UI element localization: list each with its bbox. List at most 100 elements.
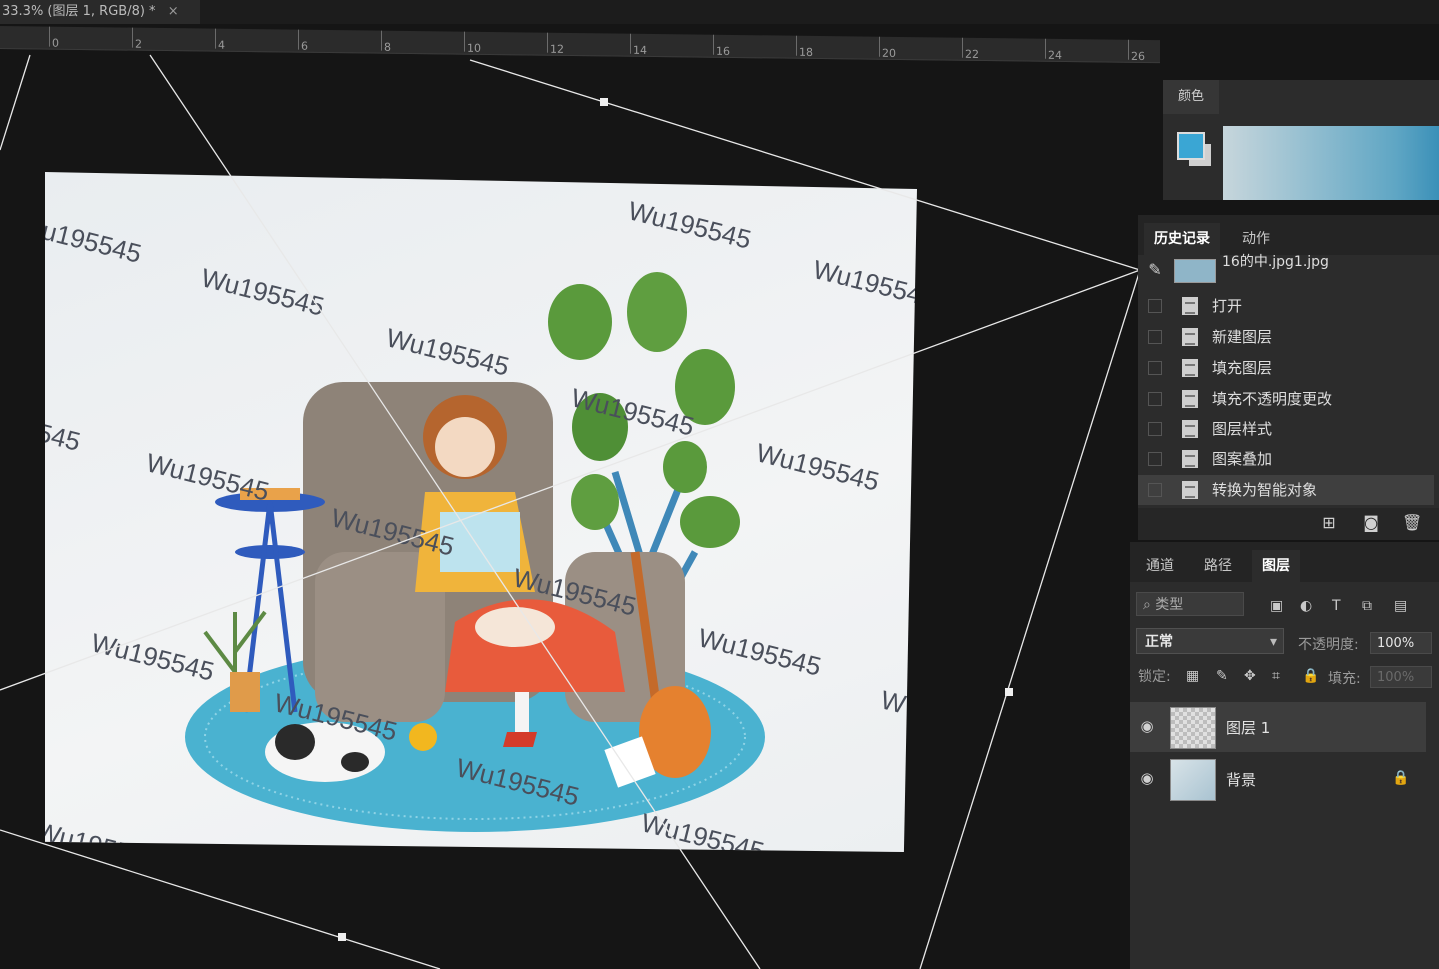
new-document-icon[interactable]: ⊞	[1320, 514, 1338, 532]
eye-icon[interactable]: ◉	[1138, 717, 1156, 735]
horizontal-ruler[interactable]: 0 2 4 6 8 10 12 14 16 18 20 22 24 26	[0, 26, 1160, 64]
ruler-tick: 16	[716, 44, 730, 58]
history-item[interactable]: 打开	[1138, 291, 1434, 321]
camera-icon[interactable]: ◙	[1362, 514, 1380, 532]
brush-icon: ✎	[1148, 260, 1162, 279]
blend-mode-value: 正常	[1145, 634, 1173, 650]
lock-paint-icon[interactable]: ✎	[1216, 668, 1228, 684]
tab-paths[interactable]: 路径	[1194, 550, 1242, 582]
fill-input[interactable]: 100%	[1370, 666, 1432, 688]
foreground-color-swatch[interactable]	[1177, 132, 1205, 160]
layers-panel-tabs: 通道 路径 图层	[1130, 542, 1439, 582]
history-item-label: 图层样式	[1212, 420, 1273, 438]
adjustment-filter-icon[interactable]: ◐	[1300, 598, 1312, 614]
filter-label: 类型	[1155, 597, 1184, 613]
history-state-icon	[1182, 359, 1198, 377]
ruler-tick: 22	[965, 47, 979, 61]
ruler-tick: 24	[1048, 48, 1062, 62]
ruler-tick: 14	[633, 43, 647, 57]
history-item-label: 转换为智能对象	[1212, 481, 1318, 499]
lock-artboard-icon[interactable]: ⌗	[1272, 668, 1280, 684]
history-snapshot[interactable]: ✎ 16的中.jpg1.jpg	[1138, 254, 1434, 285]
lock-icon: 🔒	[1392, 770, 1410, 786]
history-checkbox[interactable]	[1148, 392, 1162, 406]
image-filter-icon[interactable]: ▣	[1270, 598, 1283, 614]
history-item-label: 打开	[1212, 297, 1243, 315]
history-state-icon	[1182, 297, 1198, 315]
ruler-tick: 8	[384, 40, 391, 54]
snapshot-thumbnail	[1174, 259, 1216, 283]
tab-color[interactable]: 颜色	[1163, 80, 1219, 114]
history-item-label: 图案叠加	[1212, 450, 1273, 468]
history-item-label: 填充图层	[1212, 359, 1273, 377]
history-state-icon	[1182, 390, 1198, 408]
color-panel: 颜色	[1163, 80, 1439, 200]
shape-filter-icon[interactable]: ⧉	[1362, 598, 1372, 614]
history-item-active[interactable]: 转换为智能对象	[1138, 475, 1434, 505]
opacity-label: 不透明度:	[1298, 637, 1359, 653]
layer-row[interactable]: ◉ 背景 🔒	[1130, 754, 1426, 804]
layer-filter-select[interactable]: ⌕ 类型	[1136, 592, 1244, 616]
history-item[interactable]: 填充图层	[1138, 353, 1434, 383]
history-item[interactable]: 图案叠加	[1138, 444, 1434, 474]
history-item-label: 填充不透明度更改	[1212, 390, 1333, 408]
ruler-tick: 20	[882, 46, 896, 60]
history-item[interactable]: 填充不透明度更改	[1138, 384, 1434, 414]
blend-mode-select[interactable]: 正常 ▾	[1136, 628, 1284, 654]
lock-move-icon[interactable]: ✥	[1244, 668, 1256, 684]
ruler-tick: 0	[52, 36, 59, 50]
tab-layers[interactable]: 图层	[1252, 550, 1300, 582]
history-checkbox[interactable]	[1148, 361, 1162, 375]
history-item[interactable]: 图层样式	[1138, 414, 1434, 444]
ruler-tick: 12	[550, 42, 564, 56]
layer-thumbnail	[1170, 759, 1216, 801]
history-item-label: 新建图层	[1212, 328, 1273, 346]
ruler-tick: 4	[218, 38, 225, 52]
canvas-image[interactable]: u195545 Wu195545 Wu195545 Wu195545 Wu195…	[45, 172, 917, 852]
top-bar	[200, 0, 1439, 24]
close-icon[interactable]: ×	[168, 4, 179, 19]
history-state-icon	[1182, 450, 1198, 468]
ruler-tick: 2	[135, 37, 142, 51]
history-checkbox[interactable]	[1148, 330, 1162, 344]
layer-row[interactable]: ◉ 图层 1	[1130, 702, 1426, 752]
transform-handle[interactable]	[338, 933, 346, 941]
document-tab-title: 33.3% (图层 1, RGB/8) *	[2, 4, 156, 19]
history-state-icon	[1182, 481, 1198, 499]
layer-name: 图层 1	[1226, 719, 1271, 737]
history-state-icon	[1182, 420, 1198, 438]
search-icon: ⌕	[1143, 597, 1151, 613]
transform-handle[interactable]	[1005, 688, 1013, 696]
color-ramp[interactable]	[1223, 126, 1439, 200]
trash-icon[interactable]: 🗑	[1402, 514, 1422, 532]
fill-label: 填充:	[1328, 671, 1361, 687]
ruler-tick: 6	[301, 39, 308, 53]
ruler-tick: 26	[1131, 49, 1145, 63]
layer-name: 背景	[1226, 771, 1257, 789]
lock-transparent-icon[interactable]: ▦	[1186, 668, 1199, 684]
opacity-input[interactable]: 100%	[1370, 632, 1432, 654]
history-item[interactable]: 新建图层	[1138, 322, 1434, 352]
layers-panel: 通道 路径 图层 ⌕ 类型 ▣ ◐ T ⧉ ▤ 正常 ▾ 不透明度: 100% …	[1130, 542, 1439, 969]
illustration	[185, 272, 765, 832]
lock-label: 锁定:	[1138, 669, 1171, 685]
lock-all-icon[interactable]: 🔒	[1302, 668, 1319, 684]
history-checkbox[interactable]	[1148, 422, 1162, 436]
history-state-icon	[1182, 328, 1198, 346]
snapshot-label: 16的中.jpg1.jpg	[1222, 254, 1329, 270]
history-panel: 历史记录 动作 ✎ 16的中.jpg1.jpg 打开 新建图层 填充图层 填充不…	[1138, 215, 1439, 540]
chevron-down-icon: ▾	[1269, 634, 1277, 650]
history-checkbox[interactable]	[1148, 483, 1162, 497]
transform-handle[interactable]	[600, 98, 608, 106]
history-checkbox[interactable]	[1148, 299, 1162, 313]
eye-icon[interactable]: ◉	[1138, 769, 1156, 787]
tab-channels[interactable]: 通道	[1136, 550, 1184, 582]
ruler-tick: 10	[467, 41, 481, 55]
layer-thumbnail	[1170, 707, 1216, 749]
document-tab[interactable]: 33.3% (图层 1, RGB/8) * ×	[0, 0, 200, 24]
tab-history[interactable]: 历史记录	[1144, 223, 1220, 255]
ruler-tick: 18	[799, 45, 813, 59]
history-checkbox[interactable]	[1148, 452, 1162, 466]
smart-object-filter-icon[interactable]: ▤	[1394, 598, 1407, 614]
type-filter-icon[interactable]: T	[1332, 598, 1341, 614]
